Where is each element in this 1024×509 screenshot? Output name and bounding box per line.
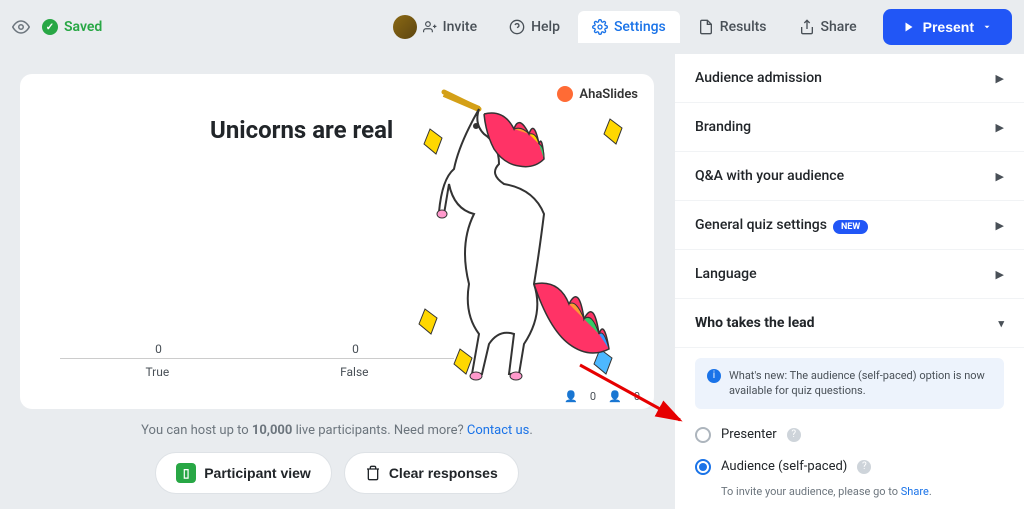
settings-panel: Audience admission ▶ Branding ▶ Q&A with… (674, 54, 1024, 509)
votes-count: 0 (634, 390, 640, 403)
participants-icon: 👤 (564, 390, 578, 403)
chevron-right-icon: ▶ (996, 219, 1004, 232)
info-icon: i (707, 369, 721, 383)
participant-view-button[interactable]: ▯ Participant view (155, 452, 332, 494)
radio-icon-checked (695, 459, 711, 475)
new-badge: NEW (833, 220, 868, 234)
section-who-takes-lead[interactable]: Who takes the lead ▾ (675, 299, 1024, 348)
participants-count: 0 (590, 390, 596, 403)
invite-button[interactable]: Invite (379, 7, 491, 47)
section-language[interactable]: Language ▶ (675, 250, 1024, 299)
clear-icon (365, 465, 381, 481)
radio-icon (695, 427, 711, 443)
chevron-right-icon: ▶ (996, 170, 1004, 183)
help-icon (509, 19, 525, 35)
label-false: False (340, 365, 368, 379)
share-link[interactable]: Share (901, 485, 929, 498)
add-user-icon (423, 20, 437, 34)
tab-share[interactable]: Share (785, 11, 871, 43)
help-icon[interactable]: ? (787, 428, 801, 442)
share-label: Share (821, 19, 857, 35)
contact-link[interactable]: Contact us (467, 423, 530, 438)
radio-presenter[interactable]: Presenter ? (695, 419, 1004, 451)
check-icon: ✓ (42, 19, 58, 35)
help-icon[interactable]: ? (857, 460, 871, 474)
present-button[interactable]: Present (883, 9, 1012, 45)
tab-results[interactable]: Results (684, 11, 781, 43)
chevron-right-icon: ▶ (996, 121, 1004, 134)
count-true: 0 (155, 342, 162, 356)
chevron-down-icon: ▾ (998, 317, 1004, 330)
invite-label: Invite (443, 19, 477, 35)
whats-new-info: i What's new: The audience (self-paced) … (695, 358, 1004, 409)
tab-settings[interactable]: Settings (578, 11, 680, 43)
settings-label: Settings (614, 19, 666, 35)
host-limit-text: You can host up to 10,000 live participa… (20, 423, 654, 438)
radio-audience[interactable]: Audience (self-paced) ? (695, 451, 1004, 483)
invite-hint: To invite your audience, please go to Sh… (695, 485, 1004, 498)
slide-canvas[interactable]: AhaSlides Unicorns are real (20, 74, 654, 409)
label-true: True (145, 365, 169, 379)
saved-status: ✓ Saved (42, 19, 102, 35)
present-label: Present (923, 19, 974, 35)
play-icon (903, 21, 915, 33)
chevron-right-icon: ▶ (996, 72, 1004, 85)
results-label: Results (720, 19, 767, 35)
count-false: 0 (352, 342, 359, 356)
clear-responses-label: Clear responses (389, 465, 498, 481)
chart: 0 0 True False (60, 342, 454, 379)
results-icon (698, 19, 714, 35)
participant-view-label: Participant view (204, 465, 311, 481)
share-icon (799, 19, 815, 35)
votes-icon: 👤 (608, 390, 622, 403)
help-label: Help (531, 19, 560, 35)
avatar (393, 15, 417, 39)
lead-section-content: i What's new: The audience (self-paced) … (675, 358, 1024, 509)
section-quiz-settings[interactable]: General quiz settingsNEW ▶ (675, 201, 1024, 250)
preview-eye-icon[interactable] (12, 18, 30, 36)
slide-stats: 👤 0 👤 0 (564, 390, 640, 403)
section-branding[interactable]: Branding ▶ (675, 103, 1024, 152)
help-button[interactable]: Help (495, 11, 574, 43)
gear-icon (592, 19, 608, 35)
chevron-right-icon: ▶ (996, 268, 1004, 281)
section-audience-admission[interactable]: Audience admission ▶ (675, 54, 1024, 103)
phone-icon: ▯ (176, 463, 196, 483)
chevron-down-icon (982, 22, 992, 32)
section-qa[interactable]: Q&A with your audience ▶ (675, 152, 1024, 201)
saved-label: Saved (64, 19, 102, 35)
slide-title: Unicorns are real (210, 116, 393, 144)
clear-responses-button[interactable]: Clear responses (344, 452, 519, 494)
